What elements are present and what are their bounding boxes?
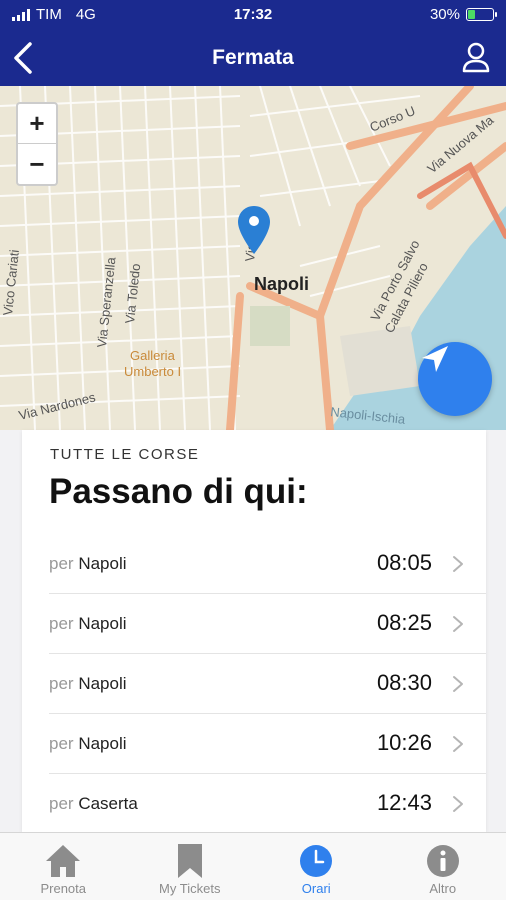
per-label: per	[49, 554, 74, 573]
destination-name: Napoli	[78, 554, 127, 573]
user-icon	[462, 42, 490, 73]
chevron-right-icon	[453, 796, 463, 812]
tab-prenota[interactable]: Prenota	[0, 833, 127, 900]
page-title: Fermata	[212, 46, 294, 69]
battery-icon	[466, 8, 497, 21]
svg-text:Umberto I: Umberto I	[124, 364, 181, 379]
map-label: Vico Cariati	[0, 249, 22, 317]
profile-button[interactable]	[460, 40, 492, 74]
tab-label: Altro	[429, 881, 457, 896]
departure-time: 12:43	[376, 790, 432, 815]
departure-row[interactable]: per Napoli 08:25	[49, 594, 486, 654]
per-label: per	[49, 794, 74, 813]
top-bar: TIM 4G 17:32 30% Fermata	[0, 0, 506, 86]
svg-text:Via Toledo: Via Toledo	[122, 263, 143, 324]
departure-destination: per Napoli	[49, 674, 127, 694]
info-icon	[426, 845, 459, 877]
status-right: 30%	[429, 6, 497, 23]
tab-label: Prenota	[40, 881, 87, 896]
status-bar: TIM 4G 17:32 30%	[0, 0, 506, 30]
departure-row[interactable]: per Caserta 12:43	[49, 774, 486, 832]
departure-row[interactable]: per Napoli 10:26	[49, 714, 486, 774]
per-label: per	[49, 674, 74, 693]
departure-destination: per Caserta	[49, 794, 138, 814]
chevron-right-icon	[453, 616, 463, 632]
bookmark-icon	[177, 844, 202, 878]
departure-time: 08:05	[376, 550, 432, 575]
zoom-in-button[interactable]: +	[18, 104, 56, 144]
departure-row[interactable]: per Napoli 08:30	[49, 654, 486, 714]
departure-time: 10:26	[376, 730, 432, 755]
section-label: TUTTE LE CORSE	[50, 446, 200, 463]
zoom-control: + −	[16, 102, 58, 186]
tab-bar: Prenota My Tickets Orari Altro	[0, 832, 506, 900]
departures-list: per Napoli 08:05 per Napoli 08:25 per Napoli…	[49, 534, 486, 832]
tab-my-tickets[interactable]: My Tickets	[127, 833, 254, 900]
per-label: per	[49, 734, 74, 753]
tab-label: My Tickets	[159, 881, 221, 896]
destination-name: Napoli	[78, 614, 127, 633]
svg-text:Galleria: Galleria	[130, 348, 176, 363]
chevron-right-icon	[453, 556, 463, 572]
tab-orari[interactable]: Orari	[253, 833, 380, 900]
chevron-right-icon	[453, 676, 463, 692]
departure-time: 08:25	[376, 610, 432, 635]
destination-name: Napoli	[78, 734, 127, 753]
departures-card: TUTTE LE CORSE Passano di qui: per Napol…	[22, 430, 486, 832]
chevron-right-icon	[453, 736, 463, 752]
map-place-label: Napoli	[254, 274, 310, 294]
departure-destination: per Napoli	[49, 734, 127, 754]
tab-altro[interactable]: Altro	[380, 833, 506, 900]
locate-button[interactable]	[418, 342, 492, 416]
tab-label: Orari	[301, 881, 331, 896]
per-label: per	[49, 614, 74, 633]
battery-percent: 30%	[429, 6, 460, 23]
departure-row[interactable]: per Napoli 08:05	[49, 534, 486, 594]
destination-name: Caserta	[78, 794, 138, 813]
nav-bar: Fermata	[0, 30, 506, 86]
destination-name: Napoli	[78, 674, 127, 693]
location-pin-icon	[238, 206, 270, 254]
departure-destination: per Napoli	[49, 554, 127, 574]
section-title: Passano di qui:	[49, 472, 308, 511]
departure-time: 08:30	[376, 670, 432, 695]
departure-destination: per Napoli	[49, 614, 127, 634]
svg-text:Via Speranzella: Via Speranzella	[94, 256, 118, 349]
clock-icon	[300, 845, 333, 877]
navigation-arrow-icon	[422, 346, 448, 372]
zoom-out-button[interactable]: −	[18, 144, 56, 184]
home-icon	[46, 845, 81, 877]
map-view[interactable]: Vico Cariati Via Speranzella Via Toledo …	[0, 86, 506, 430]
